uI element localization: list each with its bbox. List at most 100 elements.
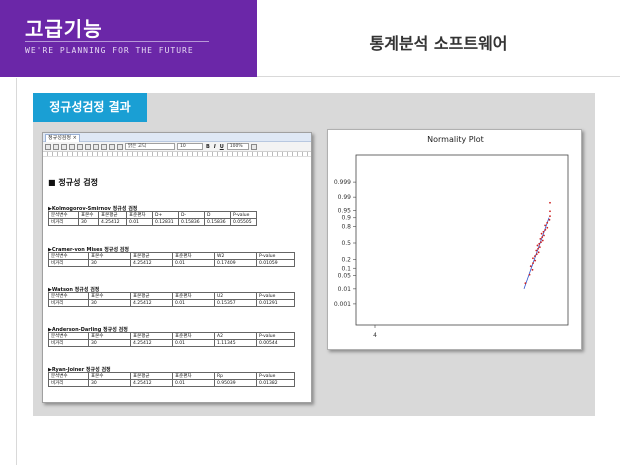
table-cell: 30 [88, 379, 131, 387]
table-cell: 4.25412 [130, 379, 173, 387]
column-header: 표본수 [88, 292, 131, 300]
column-header: 표본수 [78, 211, 99, 219]
document-tabbar: 정규성검정 × [43, 133, 311, 142]
save-icon[interactable] [61, 143, 67, 150]
column-header: 표준편차 [172, 252, 215, 260]
column-header: 분석변수 [48, 211, 79, 219]
content-panel: 정규성검정 결과 정규성검정 × 맑은 고딕 10 B I U 100% ■ 정… [33, 93, 595, 416]
column-header: A2 [214, 332, 257, 340]
column-header: 표본평균 [130, 252, 173, 260]
result-table: 분석변수 표본수 표본평균 표준편차 U2 P-value 비거리 30 4.25412 0.01… [48, 292, 295, 307]
copy-icon[interactable] [101, 143, 107, 150]
chart-title: Normality Plot [427, 135, 484, 144]
column-header: P-value [256, 252, 295, 260]
table-cell: 0.01 [126, 218, 153, 226]
left-divider [16, 78, 17, 465]
column-header: P-value [230, 211, 257, 219]
column-header: 표준편차 [172, 372, 215, 380]
table-cell: 0.01 [172, 259, 215, 267]
close-icon[interactable]: × [73, 135, 77, 141]
font-select[interactable]: 맑은 고딕 [125, 143, 175, 150]
paste-icon[interactable] [109, 143, 115, 150]
y-tick-label: 0.9 [341, 215, 351, 222]
new-file-icon[interactable] [45, 143, 51, 150]
data-point [544, 224, 547, 227]
column-header: 표준편차 [126, 211, 153, 219]
ruler [43, 152, 311, 157]
document-tab[interactable]: 정규성검정 × [45, 134, 80, 142]
table-cell: 4.25412 [130, 259, 173, 267]
column-header: 표본평균 [130, 372, 173, 380]
align-icon[interactable] [250, 143, 257, 150]
table-row: 비거리 30 4.25412 0.01 1.11345 0.00544 [48, 339, 295, 347]
document-tab-label: 정규성검정 [48, 135, 72, 141]
data-point [531, 268, 534, 271]
table-header-row: 분석변수 표본수 표본평균 표준편차 A2 P-value [48, 332, 295, 340]
table-cell: 비거리 [48, 218, 79, 226]
data-point [533, 255, 536, 258]
column-header: D+ [152, 211, 179, 219]
table-row: 비거리 30 4.25412 0.01 0.15357 0.01291 [48, 299, 295, 307]
data-point [532, 257, 534, 260]
table-cell: 0.15836 [178, 218, 205, 226]
table-cell: 30 [88, 339, 131, 347]
column-header: 표본평균 [98, 211, 127, 219]
data-point [540, 241, 542, 244]
brand-divider [25, 41, 209, 42]
zoom-select[interactable]: 100% [226, 143, 249, 150]
table-cell: 0.01059 [256, 259, 295, 267]
table-cell: 4.25412 [98, 218, 127, 226]
find-icon[interactable] [85, 143, 91, 150]
column-header: 표본평균 [130, 292, 173, 300]
table-cell: 비거리 [48, 259, 89, 267]
column-header: 표본수 [88, 332, 131, 340]
print-preview-icon[interactable] [77, 143, 83, 150]
brand-block: 고급기능 WE'RE PLANNING FOR THE FUTURE [0, 0, 257, 77]
underline-button[interactable]: U [219, 144, 225, 150]
bold-button[interactable]: B [205, 144, 211, 150]
document-toolbar: 맑은 고딕 10 B I U 100% [43, 142, 311, 152]
table-cell: 30 [88, 259, 131, 267]
data-point [528, 273, 531, 276]
brand-subtitle: WE'RE PLANNING FOR THE FUTURE [25, 46, 194, 55]
table-header-row: 분석변수 표본수 표본평균 표준편차 Rp P-value [48, 372, 295, 380]
table-cell: 0.01 [172, 299, 215, 307]
data-point [540, 232, 543, 235]
column-header: 표준편차 [172, 332, 215, 340]
data-point [549, 201, 551, 204]
print-icon[interactable] [69, 143, 75, 150]
italic-button[interactable]: I [213, 144, 217, 150]
undo-icon[interactable] [117, 143, 123, 150]
y-tick-label: 0.5 [341, 240, 351, 247]
table-header-row: 분석변수 표본수 표본평균 표준편차 D+ D- D P-value [48, 211, 257, 219]
column-header: 분석변수 [48, 332, 89, 340]
table-cell: 0.17409 [214, 259, 257, 267]
column-header: P-value [256, 292, 295, 300]
column-header: U2 [214, 292, 257, 300]
column-header: D [204, 211, 231, 219]
table-row: 비거리 30 4.25412 0.01 0.95039 0.01382 [48, 379, 295, 387]
column-header: Rp [214, 372, 257, 380]
cut-icon[interactable] [93, 143, 99, 150]
y-tick-label: 0.05 [338, 272, 352, 279]
open-folder-icon[interactable] [53, 143, 59, 150]
document-window: 정규성검정 × 맑은 고딕 10 B I U 100% ■ 정규성 검정 ▶Ko… [42, 132, 312, 403]
normality-plot: 0.999 0.99 0.950.90.8 0.5 0.20.10.05 0.01 0.00… [334, 154, 569, 339]
data-point [544, 228, 547, 231]
column-header: 표본평균 [130, 332, 173, 340]
table-cell: 비거리 [48, 299, 89, 307]
column-header: 분석변수 [48, 252, 89, 260]
table-row: 비거리 30 4.25412 0.01 0.17409 0.01059 [48, 259, 295, 267]
section-title: 정규성검정 결과 [33, 93, 147, 122]
data-point [534, 259, 537, 262]
page-title: 통계분석 소프트웨어 [369, 34, 508, 53]
y-tick-label: 0.999 [334, 179, 351, 186]
data-point [535, 249, 538, 252]
column-header: W2 [214, 252, 257, 260]
table-cell: 4.25412 [130, 339, 173, 347]
result-table: 분석변수 표본수 표본평균 표준편차 W2 P-value 비거리 30 4.25412 0.01… [48, 252, 295, 267]
font-size-select[interactable]: 10 [177, 143, 203, 150]
column-header: P-value [256, 332, 295, 340]
table-cell: 30 [88, 299, 131, 307]
y-tick-label: 0.01 [338, 286, 352, 293]
